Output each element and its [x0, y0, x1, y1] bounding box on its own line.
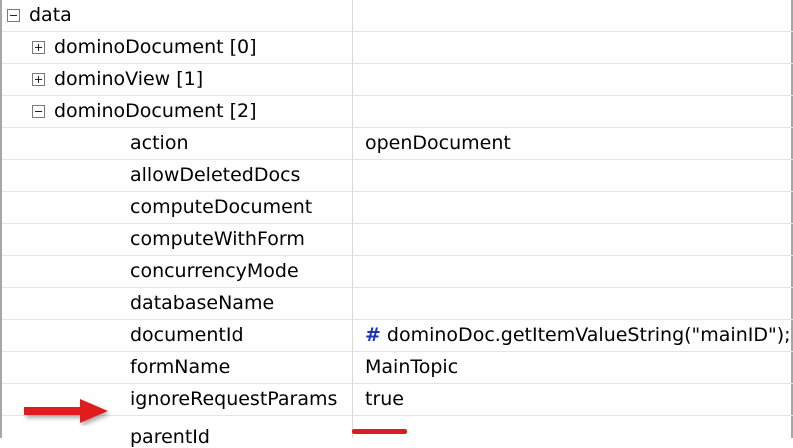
- property-value[interactable]: # dominoDoc.getItemValueString("mainID");: [365, 324, 791, 346]
- computed-value-icon: #: [365, 324, 381, 346]
- property-name: computeDocument: [130, 196, 313, 218]
- tree-label: dominoView [1]: [54, 68, 204, 90]
- red-underline-marker: [352, 429, 407, 434]
- property-row-formname[interactable]: formName MainTopic: [2, 352, 793, 384]
- expand-icon[interactable]: [32, 73, 45, 86]
- property-grid: data dominoDocument [0] dominoView [1] d…: [0, 0, 793, 448]
- property-name: concurrencyMode: [130, 260, 299, 282]
- property-name: ignoreRequestParams: [130, 388, 338, 410]
- property-name: databaseName: [130, 292, 275, 314]
- property-value[interactable]: true: [365, 388, 404, 410]
- property-name: formName: [130, 356, 231, 378]
- tree-row-dominodocument-2[interactable]: dominoDocument [2]: [2, 96, 793, 128]
- property-row-allowdeleteddocs[interactable]: allowDeletedDocs: [2, 160, 793, 192]
- property-value[interactable]: MainTopic: [365, 356, 458, 378]
- property-row-ignorerequestparams[interactable]: ignoreRequestParams true: [2, 384, 793, 416]
- property-row-documentid[interactable]: documentId # dominoDoc.getItemValueString…: [2, 320, 793, 352]
- red-arrow-icon: [24, 399, 108, 423]
- collapse-icon[interactable]: [7, 9, 20, 22]
- property-name: allowDeletedDocs: [130, 164, 301, 186]
- property-row-computedocument[interactable]: computeDocument: [2, 192, 793, 224]
- property-row-databasename[interactable]: databaseName: [2, 288, 793, 320]
- property-row-concurrencymode[interactable]: concurrencyMode: [2, 256, 793, 288]
- property-value-text: dominoDoc.getItemValueString("mainID");: [386, 324, 791, 346]
- property-name: documentId: [130, 324, 244, 346]
- property-value[interactable]: openDocument: [365, 132, 511, 154]
- property-name: action: [130, 132, 189, 154]
- tree-row-dominoview-1[interactable]: dominoView [1]: [2, 64, 793, 96]
- collapse-icon[interactable]: [32, 105, 45, 118]
- property-name: computeWithForm: [130, 228, 305, 250]
- property-row-computewithform[interactable]: computeWithForm: [2, 224, 793, 256]
- tree-label: dominoDocument [0]: [54, 36, 257, 58]
- tree-label: dominoDocument [2]: [54, 100, 257, 122]
- expand-icon[interactable]: [32, 41, 45, 54]
- tree-label: data: [29, 4, 72, 26]
- tree-row-dominodocument-0[interactable]: dominoDocument [0]: [2, 32, 793, 64]
- tree-row-data[interactable]: data: [2, 0, 793, 32]
- property-name: parentId: [130, 426, 210, 448]
- property-row-action[interactable]: action openDocument: [2, 128, 793, 160]
